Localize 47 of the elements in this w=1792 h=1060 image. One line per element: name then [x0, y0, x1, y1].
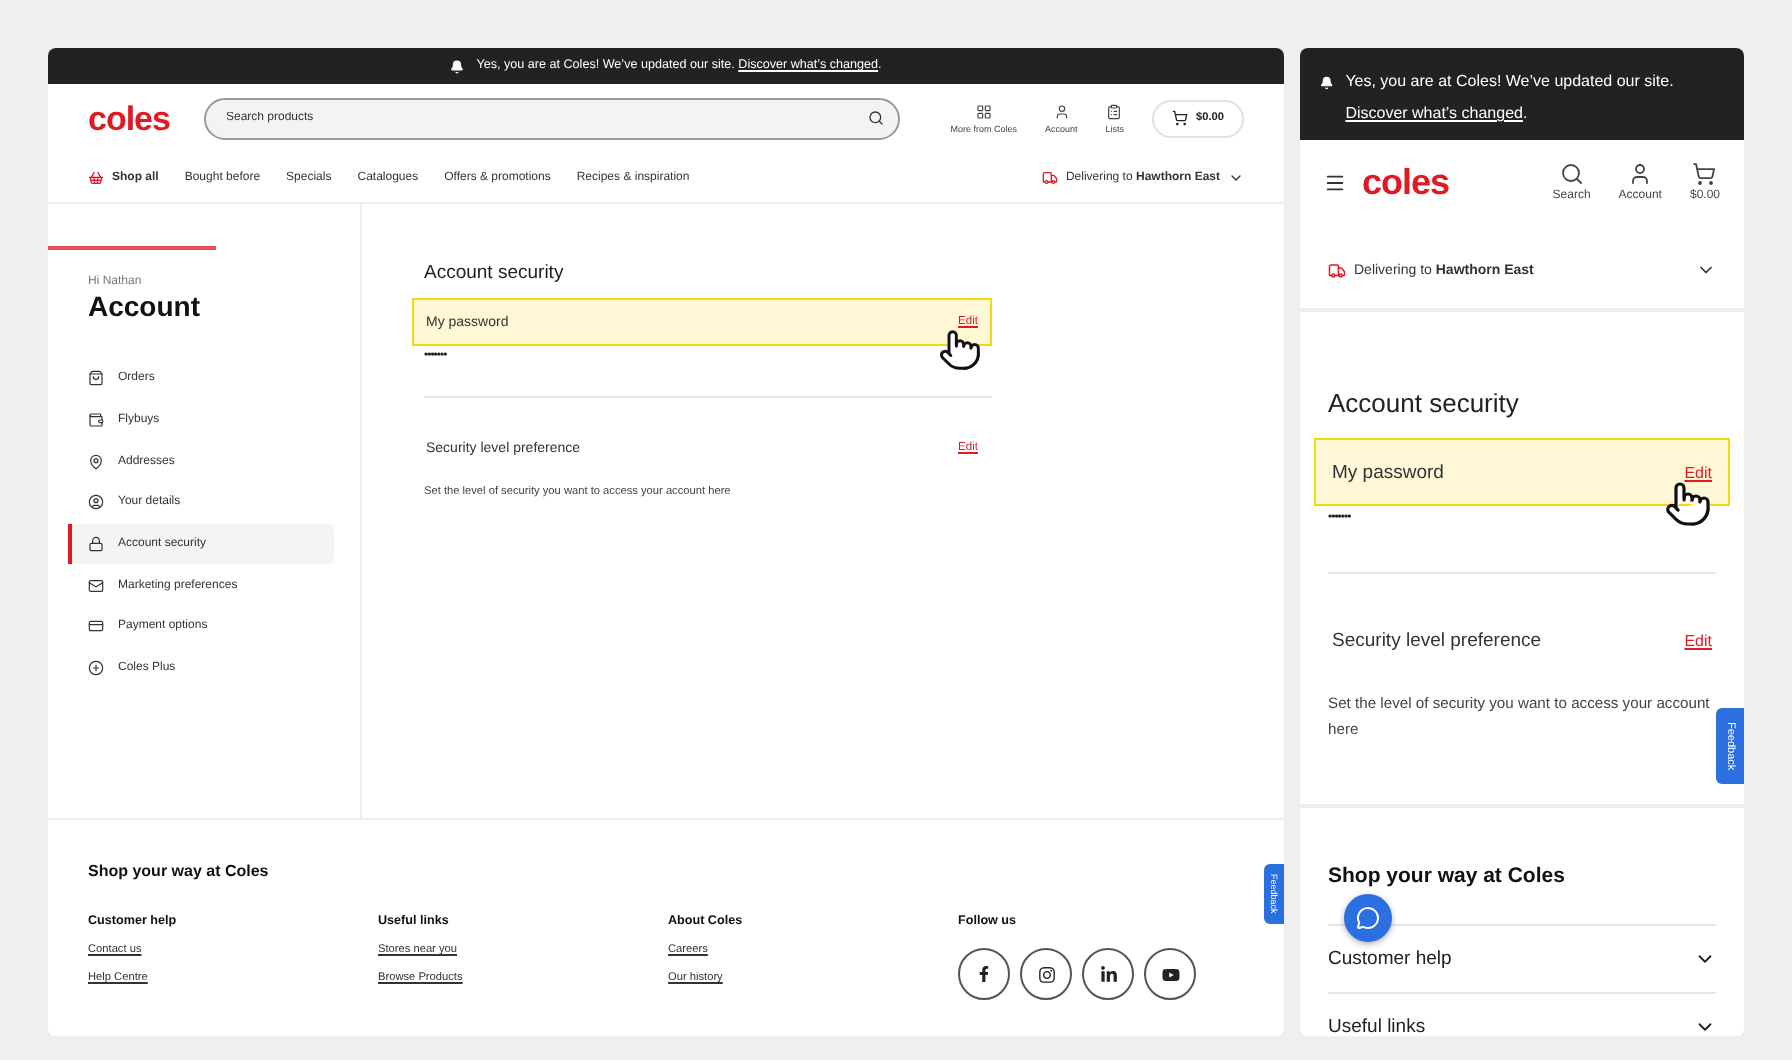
- plus-circle-icon: [88, 660, 104, 677]
- facebook-button[interactable]: [958, 948, 1010, 1000]
- chat-icon: [1356, 905, 1380, 930]
- page-title: Account security: [424, 262, 566, 284]
- hand-pointer-icon: [1664, 480, 1712, 528]
- instagram-button[interactable]: [1020, 948, 1072, 1000]
- footer-title: Shop your way at Coles: [88, 862, 271, 880]
- row-title: Security level preference: [1332, 629, 1542, 651]
- credit-card-icon: [88, 618, 104, 635]
- footer-title: Shop your way at Coles: [1328, 863, 1567, 888]
- sidebar-title: Account: [88, 290, 202, 322]
- bag-icon: [88, 370, 104, 387]
- banner-text: Yes, you are at Coles! We’ve updated our site. Discover what’s changed.: [1345, 70, 1676, 126]
- instagram-icon: [1037, 965, 1055, 983]
- search-icon: [867, 109, 884, 125]
- logo[interactable]: coles: [88, 101, 170, 135]
- row-title: My password: [1332, 461, 1444, 483]
- hand-pointer-icon: [938, 328, 982, 372]
- location-pin-icon: [88, 453, 104, 470]
- bell-icon: [1320, 74, 1334, 92]
- page-title: Account security: [1328, 388, 1521, 418]
- user-icon: [88, 494, 104, 511]
- truck-icon: [1328, 261, 1346, 279]
- linkedin-icon: [1099, 965, 1117, 983]
- cart-icon: [1692, 162, 1717, 186]
- linkedin-button[interactable]: [1082, 948, 1134, 1000]
- truck-icon: [1041, 169, 1058, 185]
- search-icon: [1559, 162, 1584, 186]
- mail-icon: [88, 577, 104, 594]
- youtube-button[interactable]: [1144, 948, 1196, 1000]
- basket-icon: [88, 169, 104, 185]
- edit-link[interactable]: Edit: [1684, 463, 1712, 481]
- list-icon: [1106, 103, 1123, 119]
- youtube-icon: [1161, 965, 1179, 983]
- grid-icon: [975, 103, 992, 119]
- logo[interactable]: coles: [1362, 164, 1450, 200]
- account-icon: [1053, 103, 1070, 119]
- lock-icon: [88, 536, 104, 553]
- menu-icon[interactable]: [1324, 171, 1346, 193]
- account-icon: [1628, 162, 1653, 186]
- accordion-header[interactable]: Useful links: [1328, 991, 1716, 1036]
- bell-icon: [450, 59, 465, 73]
- facebook-icon: [976, 966, 992, 982]
- edit-link[interactable]: Edit: [1684, 631, 1712, 649]
- discover-link[interactable]: Discover what’s changed: [1345, 104, 1523, 122]
- cart-icon: [1172, 110, 1188, 126]
- chat-button[interactable]: [1344, 893, 1392, 942]
